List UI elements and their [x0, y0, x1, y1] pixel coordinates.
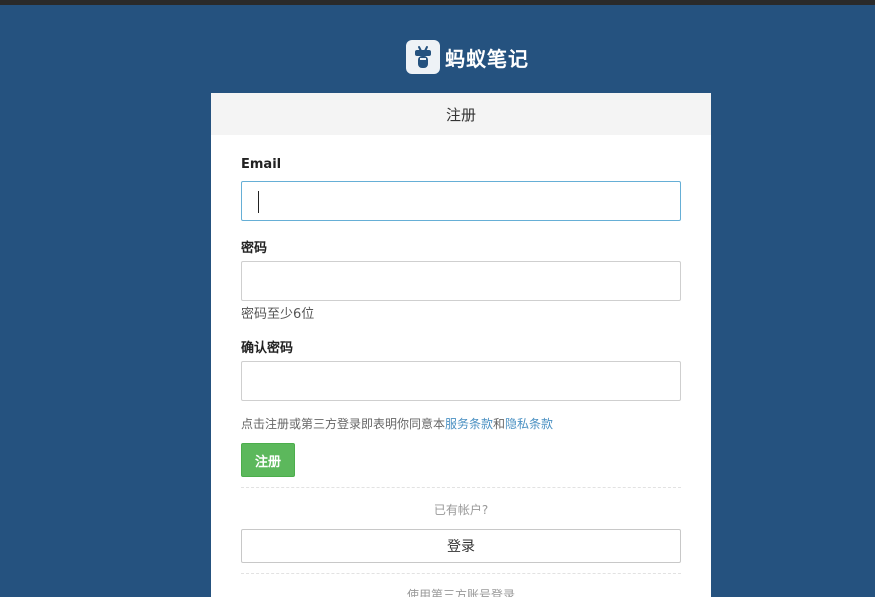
password-field[interactable]	[241, 261, 681, 301]
third-party-login-text: 使用第三方账号登录	[406, 588, 515, 597]
terms-and: 和	[493, 417, 506, 431]
brand-logo[interactable]: 蚂蚁笔记	[406, 40, 529, 74]
terms-prefix: 点击注册或第三方登录即表明你同意本	[241, 417, 446, 431]
password-label: 密码	[241, 241, 268, 256]
divider	[241, 487, 681, 488]
have-account-text: 已有帐户?	[433, 503, 489, 517]
login-button[interactable]: 登录	[241, 529, 681, 563]
email-field[interactable]	[241, 181, 681, 221]
register-button[interactable]: 注册	[241, 443, 295, 477]
ant-logo-icon	[406, 40, 440, 74]
email-label: Email	[241, 157, 282, 172]
divider	[241, 573, 681, 574]
register-card: 注册 Email 密码 密码至少6位 确认密码 点击注册或第三方登录即表明你同意…	[211, 93, 711, 597]
privacy-policy-link[interactable]: 隐私条款	[505, 417, 553, 431]
confirm-password-label: 确认密码	[241, 341, 294, 356]
card-title: 注册	[211, 93, 711, 135]
window-top-strip	[0, 0, 875, 5]
password-hint: 密码至少6位	[241, 307, 315, 322]
text-caret	[258, 191, 259, 213]
terms-of-service-link[interactable]: 服务条款	[445, 417, 493, 431]
brand-name: 蚂蚁笔记	[445, 46, 529, 71]
confirm-password-field[interactable]	[241, 361, 681, 401]
terms-notice: 点击注册或第三方登录即表明你同意本服务条款和隐私条款	[241, 415, 553, 432]
